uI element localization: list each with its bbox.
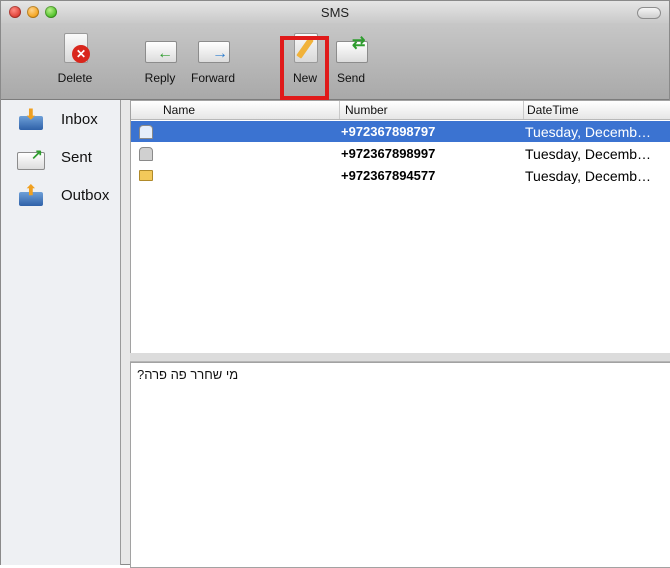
forward-icon: → xyxy=(196,31,230,65)
unread-envelope-icon xyxy=(139,170,153,181)
sidebar-item-label: Outbox xyxy=(61,187,110,204)
read-envelope-icon xyxy=(139,147,153,161)
column-header-name[interactable]: Name xyxy=(163,103,195,117)
list-header: Name Number DateTime xyxy=(131,101,670,120)
cell-number: +972367894577 xyxy=(341,168,436,183)
cell-number: +972367898797 xyxy=(341,124,436,139)
cell-datetime: Tuesday, Decemb… xyxy=(525,168,652,184)
highlight-box xyxy=(280,36,329,100)
sidebar-item-sent[interactable]: ↗ Sent xyxy=(9,142,113,176)
sidebar-item-inbox[interactable]: ⬇ Inbox xyxy=(9,104,113,138)
toolbar: ✕ Delete ← Reply → Forward New ⇄ Send xyxy=(1,23,669,100)
inbox-tray-icon: ⬇ xyxy=(17,106,45,130)
send-icon: ⇄ xyxy=(334,31,368,65)
cell-datetime: Tuesday, Decemb… xyxy=(525,146,652,162)
title-bar: SMS xyxy=(1,1,669,24)
delete-icon: ✕ xyxy=(58,31,92,65)
delete-button[interactable]: ✕ Delete xyxy=(45,31,105,85)
message-body-text: מי שחרר פה פרה? xyxy=(137,367,239,382)
column-header-datetime[interactable]: DateTime xyxy=(527,103,579,117)
forward-button[interactable]: → Forward xyxy=(183,31,243,85)
forward-label: Forward xyxy=(190,71,235,85)
sidebar: ⬇ Inbox ↗ Sent ⬆ Outbox xyxy=(1,100,121,565)
table-row[interactable]: +972367898797 Tuesday, Decemb… xyxy=(131,121,670,142)
reply-label: Reply xyxy=(144,71,176,85)
sidebar-item-label: Sent xyxy=(61,149,92,166)
table-row[interactable]: +972367898997 Tuesday, Decemb… xyxy=(131,143,670,164)
sidebar-item-label: Inbox xyxy=(61,111,98,128)
send-button[interactable]: ⇄ Send xyxy=(321,31,381,85)
outbox-tray-icon: ⬆ xyxy=(17,182,45,206)
toolbar-toggle-button[interactable] xyxy=(637,7,661,19)
cell-number: +972367898997 xyxy=(341,146,436,161)
read-envelope-icon xyxy=(139,125,153,139)
table-row[interactable]: +972367894577 Tuesday, Decemb… xyxy=(131,165,670,186)
sms-window: SMS ✕ Delete ← Reply → Forward New ⇄ Sen… xyxy=(0,0,670,568)
sent-envelope-icon: ↗ xyxy=(17,146,45,170)
reply-button[interactable]: ← Reply xyxy=(130,31,190,85)
pane-splitter[interactable] xyxy=(130,353,670,362)
window-title: SMS xyxy=(320,5,350,20)
message-body-panel[interactable]: מי שחרר פה פרה? xyxy=(130,362,670,568)
message-list: Name Number DateTime +972367898797 Tuesd… xyxy=(130,100,670,354)
delete-label: Delete xyxy=(57,71,93,85)
sidebar-item-outbox[interactable]: ⬆ Outbox xyxy=(9,180,113,214)
send-label: Send xyxy=(336,71,366,85)
column-header-number[interactable]: Number xyxy=(345,103,388,117)
cell-datetime: Tuesday, Decemb… xyxy=(525,124,652,140)
reply-icon: ← xyxy=(143,31,177,65)
